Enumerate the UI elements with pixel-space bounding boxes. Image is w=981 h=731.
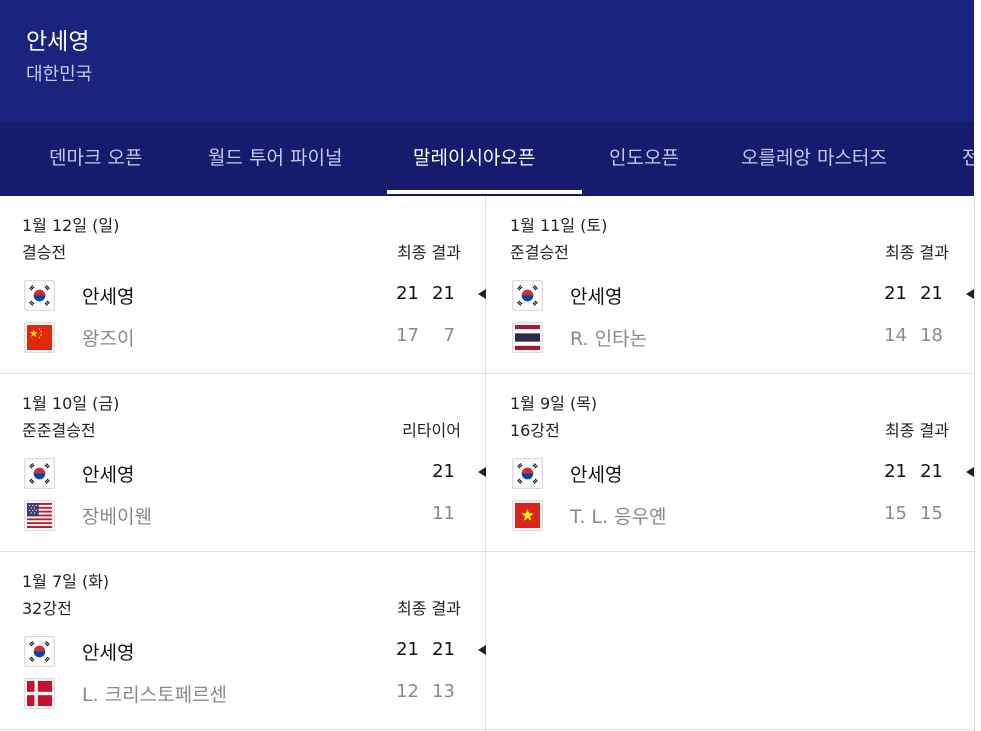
- match-date: 1월 9일 (목): [510, 394, 598, 413]
- match-status: 리타이어: [402, 421, 461, 440]
- denmark-flag-icon: [24, 678, 55, 709]
- tab-orleans-masters[interactable]: 오를레앙 마스터즈: [741, 122, 887, 196]
- winner-row: 안세영 21: [0, 454, 487, 490]
- match-status: 최종 결과: [885, 421, 949, 440]
- match-card[interactable]: 1월 11일 (토) 준결승전 최종 결과 안세영 21 21 R. 인타논 1…: [488, 196, 975, 374]
- winner-row: 안세영 21 21: [488, 454, 975, 490]
- game1-score: 17: [396, 325, 419, 346]
- loser-row: 장베이웬 11: [0, 496, 487, 532]
- match-round: 준준결승전: [22, 421, 96, 440]
- tab-next-tournament[interactable]: 전: [962, 122, 974, 196]
- game2-score: 21: [432, 283, 455, 304]
- china-flag-icon: [24, 322, 55, 353]
- korea-flag-icon: [512, 280, 543, 311]
- winner-arrow-icon: [966, 289, 974, 299]
- game2-score: 13: [432, 681, 455, 702]
- match-status: 최종 결과: [397, 243, 461, 262]
- winner-row: 안세영 21 21: [488, 276, 975, 312]
- game1-score: 21: [884, 461, 907, 482]
- loser-row: L. 크리스토페르센 12 13: [0, 674, 487, 710]
- player-name: 왕즈이: [82, 328, 135, 350]
- game1-score: 21: [396, 283, 419, 304]
- winner-arrow-icon: [478, 467, 486, 477]
- player-name: 안세영: [570, 464, 623, 486]
- match-status: 최종 결과: [885, 243, 949, 262]
- loser-row: 왕즈이 17 7: [0, 318, 487, 354]
- match-round: 결승전: [22, 243, 67, 262]
- match-date: 1월 10일 (금): [22, 394, 120, 413]
- korea-flag-icon: [512, 458, 543, 489]
- match-status: 최종 결과: [397, 599, 461, 618]
- match-round: 32강전: [22, 599, 72, 618]
- player-name: 장베이웬: [82, 506, 152, 528]
- player-name: 안세영: [82, 286, 135, 308]
- game1-score: 15: [884, 503, 907, 524]
- tab-malaysia-open[interactable]: 말레이시아오픈: [413, 122, 535, 196]
- winner-arrow-icon: [478, 645, 486, 655]
- match-card[interactable]: 1월 9일 (목) 16강전 최종 결과 안세영 21 21 T. L. 응우옌…: [488, 374, 975, 552]
- tournament-tabs: 덴마크 오픈 월드 투어 파이널 말레이시아오픈 인도오픈 오를레앙 마스터즈 …: [0, 122, 974, 196]
- player-name: 안세영: [26, 29, 90, 55]
- game2-score: 11: [432, 503, 455, 524]
- winner-arrow-icon: [478, 289, 486, 299]
- match-card[interactable]: 1월 12일 (일) 결승전 최종 결과 안세영 21 21 왕즈이 17 7: [0, 196, 487, 374]
- winner-arrow-icon: [966, 467, 974, 477]
- player-name: T. L. 응우옌: [570, 506, 667, 528]
- player-name: R. 인타논: [570, 328, 648, 350]
- vietnam-flag-icon: [512, 500, 543, 531]
- loser-row: T. L. 응우옌 15 15: [488, 496, 975, 532]
- loser-row: R. 인타논 14 18: [488, 318, 975, 354]
- game1-score: 21: [884, 283, 907, 304]
- game1-score: 21: [396, 639, 419, 660]
- tab-india-open[interactable]: 인도오픈: [609, 122, 679, 196]
- game2-score: 18: [920, 325, 943, 346]
- game1-score: 14: [884, 325, 907, 346]
- korea-flag-icon: [24, 458, 55, 489]
- match-date: 1월 11일 (토): [510, 216, 608, 235]
- game2-score: 21: [432, 639, 455, 660]
- usa-flag-icon: [24, 500, 55, 531]
- game2-score: 7: [443, 325, 455, 346]
- match-round: 16강전: [510, 421, 560, 440]
- player-country: 대한민국: [26, 64, 93, 85]
- match-date: 1월 7일 (화): [22, 572, 110, 591]
- player-name: 안세영: [82, 642, 135, 664]
- winner-row: 안세영 21 21: [0, 276, 487, 312]
- tab-world-tour-finals[interactable]: 월드 투어 파이널: [208, 122, 342, 196]
- game1-score: 12: [396, 681, 419, 702]
- game2-score: 15: [920, 503, 943, 524]
- korea-flag-icon: [24, 636, 55, 667]
- tab-denmark-open[interactable]: 덴마크 오픈: [49, 122, 142, 196]
- game2-score: 21: [920, 461, 943, 482]
- player-name: L. 크리스토페르센: [82, 684, 228, 706]
- player-name: 안세영: [570, 286, 623, 308]
- game2-score: 21: [920, 283, 943, 304]
- winner-row: 안세영 21 21: [0, 632, 487, 668]
- player-name: 안세영: [82, 464, 135, 486]
- match-card[interactable]: 1월 10일 (금) 준준결승전 리타이어 안세영 21 장베이웬 11: [0, 374, 487, 552]
- korea-flag-icon: [24, 280, 55, 311]
- match-round: 준결승전: [510, 243, 569, 262]
- active-tab-indicator: [387, 190, 582, 194]
- game2-score: 21: [432, 461, 455, 482]
- match-card[interactable]: 1월 7일 (화) 32강전 최종 결과 안세영 21 21 L. 크리스토페르…: [0, 552, 487, 730]
- match-date: 1월 12일 (일): [22, 216, 120, 235]
- thailand-flag-icon: [512, 322, 543, 353]
